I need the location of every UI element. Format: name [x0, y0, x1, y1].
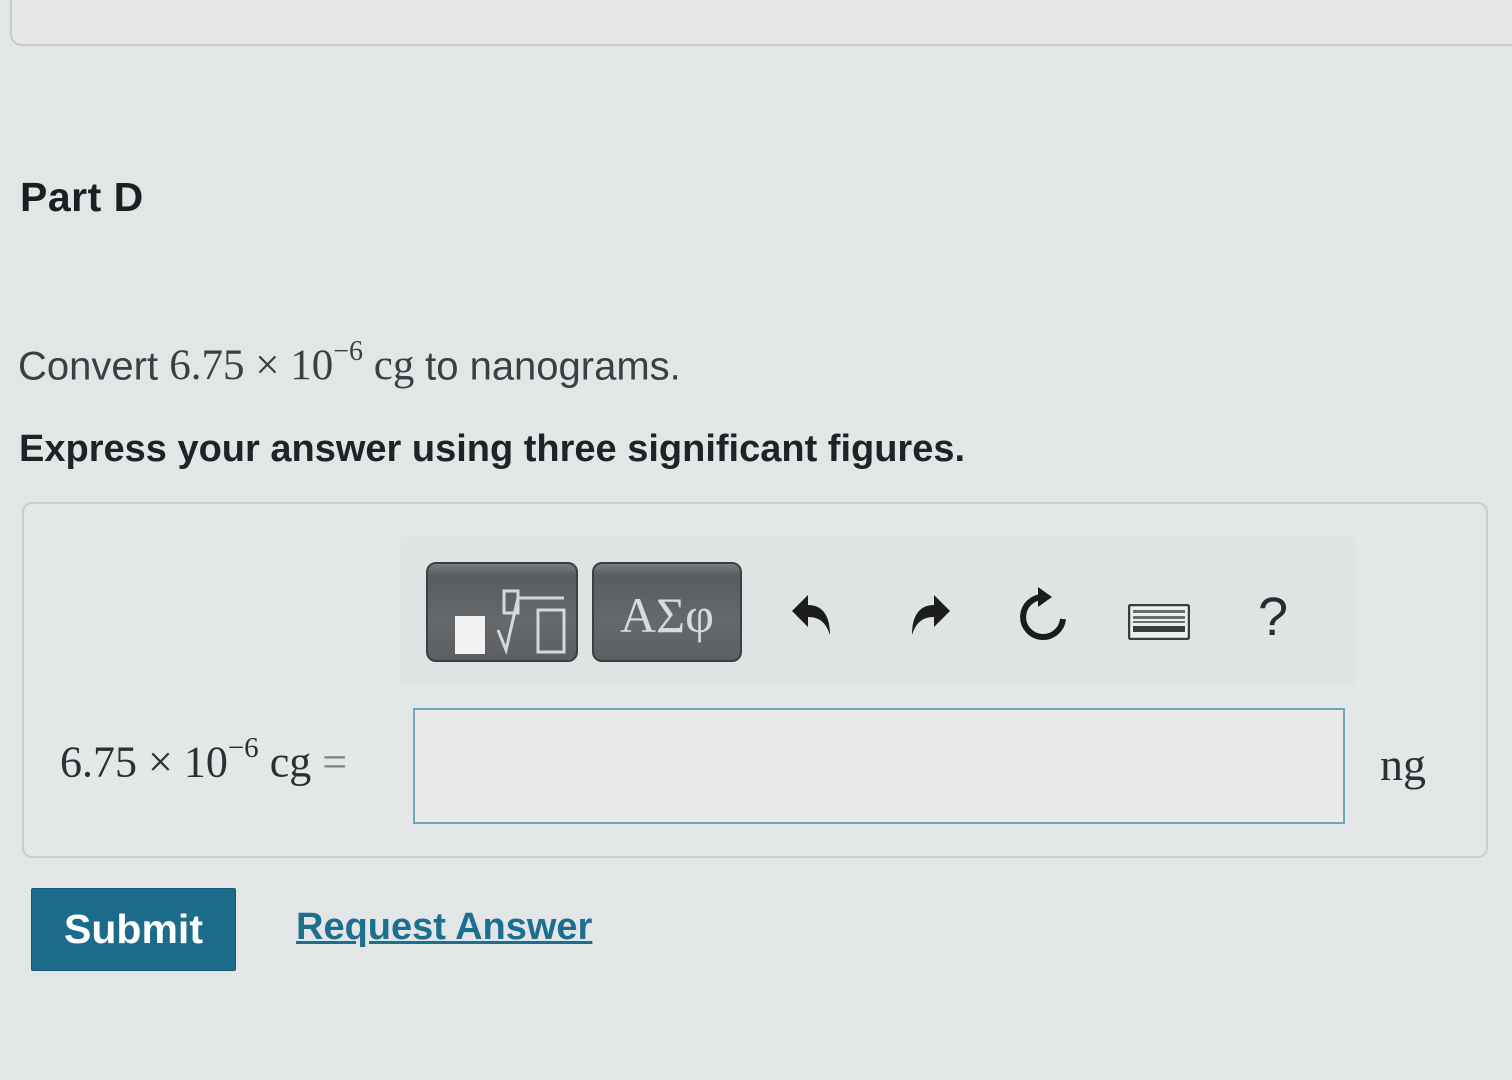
question-unit: cg [373, 342, 415, 390]
answer-unit: ng [1380, 739, 1426, 790]
submit-button[interactable]: Submit [31, 888, 236, 971]
reset-icon[interactable] [1014, 585, 1072, 654]
question-mantissa: 6.75 [169, 342, 245, 390]
lhs-mantissa: 6.75 [60, 737, 137, 787]
question-text: Convert 6.75 × 10−6 cg to nanograms. [18, 336, 681, 390]
lhs-base: 10 [183, 737, 228, 787]
question-quantity: 6.75 × 10−6 cg [169, 336, 425, 390]
undo-icon[interactable] [786, 585, 836, 650]
help-icon[interactable]: ? [1258, 586, 1288, 648]
previous-part-panel [10, 0, 1512, 46]
part-title: Part D [20, 174, 144, 220]
templates-icon [428, 564, 578, 667]
question-times: × [255, 342, 280, 390]
greek-symbols-icon: ΑΣφ [619, 587, 715, 643]
lhs-unit: cg [269, 737, 312, 787]
question-exponent: −6 [333, 336, 363, 367]
answer-lhs: 6.75 × 10−6 cg = [60, 732, 348, 788]
request-answer-link[interactable]: Request Answer [296, 906, 592, 949]
lhs-equals: = [322, 737, 348, 787]
instruction-text: Express your answer using three signific… [19, 428, 966, 470]
redo-icon[interactable] [906, 585, 956, 650]
question-suffix: to nanograms. [425, 344, 681, 389]
keyboard-icon[interactable] [1127, 603, 1191, 645]
greek-symbols-button[interactable]: ΑΣφ [592, 562, 742, 662]
lhs-times: × [148, 737, 173, 787]
answer-input[interactable] [413, 708, 1345, 824]
lhs-exponent: −6 [227, 732, 259, 764]
templates-button[interactable] [426, 562, 578, 662]
question-prefix: Convert [18, 344, 159, 389]
question-base: 10 [290, 342, 334, 390]
